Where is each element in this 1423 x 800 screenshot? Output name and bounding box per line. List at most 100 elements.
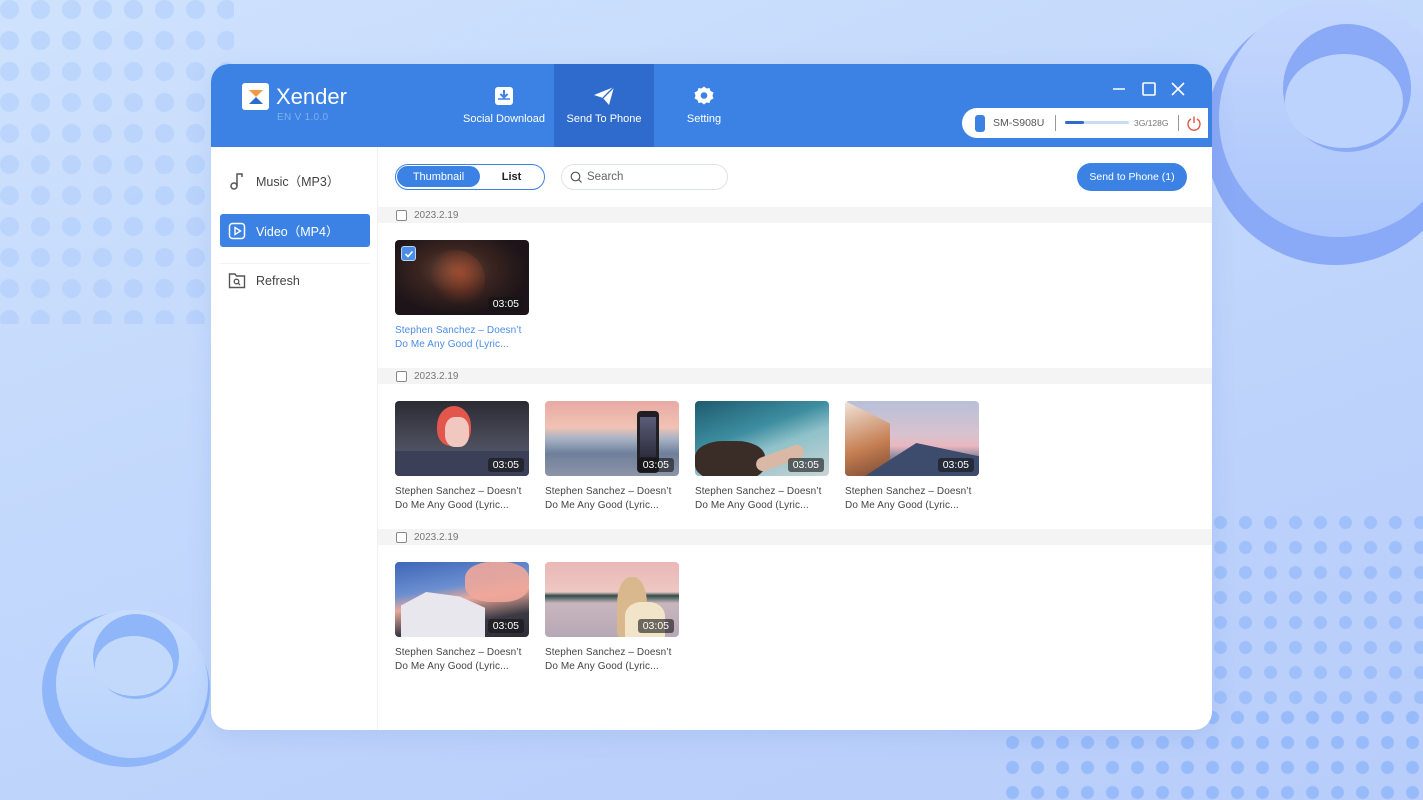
video-title-line: Do Me Any Good (Lyric... — [395, 661, 509, 672]
video-title: Stephen Sanchez – Doesn’t Do Me Any Good… — [395, 646, 529, 674]
video-title-line: Do Me Any Good (Lyric... — [545, 661, 659, 672]
download-tray-icon — [495, 87, 513, 105]
group-select-checkbox[interactable] — [396, 370, 407, 382]
video-card[interactable]: 03:05 Stephen Sanchez – Doesn’t Do Me An… — [395, 240, 529, 352]
title-bar: Xender EN V 1.0.0 Social Download Send T… — [211, 64, 1212, 147]
sidebar: Music（MP3） Video（MP4） Refresh — [211, 147, 378, 730]
device-status-pill: SM-S908U 3G/128G — [962, 108, 1208, 138]
tab-social-download[interactable]: Social Download — [454, 64, 554, 147]
video-title-line: Stephen Sanchez – Doesn’t — [545, 647, 672, 658]
main-content: Thumbnail List Send to Phone (1) 2023.2.… — [378, 147, 1212, 730]
phone-icon — [975, 115, 985, 132]
video-thumbnail: 03:05 — [845, 401, 979, 476]
tab-label: Setting — [686, 113, 722, 125]
view-toggle: Thumbnail List — [395, 164, 545, 190]
video-play-icon — [228, 222, 246, 240]
video-title-line: Do Me Any Good (Lyric... — [395, 339, 509, 350]
sidebar-item-label: Video（MP4） — [256, 225, 339, 239]
maximize-icon[interactable] — [1139, 79, 1159, 99]
view-list-button[interactable]: List — [484, 166, 539, 187]
app-window: Xender EN V 1.0.0 Social Download Send T… — [211, 64, 1212, 730]
sidebar-item-label: Music（MP3） — [256, 175, 340, 189]
search-box — [561, 164, 728, 190]
video-title-line: Stephen Sanchez – Doesn’t — [545, 486, 672, 497]
divider — [1055, 115, 1056, 131]
date-group-header: 2023.2.19 — [378, 368, 1212, 384]
gear-icon — [694, 86, 714, 105]
video-title: Stephen Sanchez – Doesn’t Do Me Any Good… — [695, 485, 829, 513]
video-duration: 03:05 — [637, 619, 674, 633]
video-duration: 03:05 — [637, 458, 674, 472]
video-card[interactable]: 03:05 Stephen Sanchez – Doesn’t Do Me An… — [845, 401, 979, 513]
video-duration: 03:05 — [487, 619, 524, 633]
device-name: SM-S908U — [993, 117, 1045, 129]
video-title-line: Do Me Any Good (Lyric... — [845, 500, 959, 511]
video-card[interactable]: 03:05 Stephen Sanchez – Doesn’t Do Me An… — [395, 401, 529, 513]
video-title-line: Stephen Sanchez – Doesn’t — [395, 325, 522, 336]
power-icon[interactable] — [1186, 115, 1202, 131]
video-thumbnail: 03:05 — [395, 401, 529, 476]
video-title-line: Do Me Any Good (Lyric... — [545, 500, 659, 511]
video-duration: 03:05 — [787, 458, 824, 472]
group-date: 2023.2.19 — [414, 531, 459, 543]
video-title-line: Stephen Sanchez – Doesn’t — [695, 486, 822, 497]
video-thumbnail: 03:05 — [695, 401, 829, 476]
sidebar-item-video[interactable]: Video（MP4） — [220, 214, 370, 247]
group-date: 2023.2.19 — [414, 370, 459, 382]
video-title-line: Do Me Any Good (Lyric... — [695, 500, 809, 511]
video-title: Stephen Sanchez – Doesn’t Do Me Any Good… — [395, 324, 529, 352]
search-icon — [570, 171, 582, 183]
paper-plane-icon — [594, 86, 615, 105]
video-duration: 03:05 — [487, 297, 524, 311]
video-title: Stephen Sanchez – Doesn’t Do Me Any Good… — [545, 485, 679, 513]
video-thumbnail: 03:05 — [395, 562, 529, 637]
music-note-icon — [228, 172, 246, 190]
video-title-line: Do Me Any Good (Lyric... — [395, 500, 509, 511]
tab-label: Social Download — [463, 113, 545, 125]
storage-bar — [1065, 121, 1129, 124]
minimize-icon[interactable] — [1109, 79, 1129, 99]
send-to-phone-button[interactable]: Send to Phone (1) — [1077, 163, 1187, 191]
storage-text: 3G/128G — [1134, 118, 1169, 128]
video-duration: 03:05 — [937, 458, 974, 472]
group-select-checkbox[interactable] — [396, 209, 407, 221]
video-duration: 03:05 — [487, 458, 524, 472]
background-ring-decoration — [93, 614, 179, 699]
sidebar-item-refresh[interactable]: Refresh — [220, 264, 370, 297]
video-title: Stephen Sanchez – Doesn’t Do Me Any Good… — [545, 646, 679, 674]
search-input[interactable] — [587, 168, 722, 186]
video-thumbnail: 03:05 — [545, 562, 679, 637]
video-title: Stephen Sanchez – Doesn’t Do Me Any Good… — [395, 485, 529, 513]
video-card[interactable]: 03:05 Stephen Sanchez – Doesn’t Do Me An… — [395, 562, 529, 674]
video-title-line: Stephen Sanchez – Doesn’t — [845, 486, 972, 497]
group-date: 2023.2.19 — [414, 209, 459, 221]
folder-search-icon — [228, 272, 246, 290]
background-ring-decoration — [1283, 24, 1411, 152]
view-thumbnail-button[interactable]: Thumbnail — [397, 166, 480, 187]
video-title: Stephen Sanchez – Doesn’t Do Me Any Good… — [845, 485, 979, 513]
tab-send-to-phone[interactable]: Send To Phone — [554, 64, 654, 147]
close-icon[interactable] — [1168, 79, 1188, 99]
date-group-header: 2023.2.19 — [378, 529, 1212, 545]
selected-checkbox[interactable] — [401, 246, 416, 261]
group-select-checkbox[interactable] — [396, 531, 407, 543]
sidebar-item-label: Refresh — [256, 273, 300, 288]
xender-logo-icon — [242, 83, 269, 110]
sidebar-item-music[interactable]: Music（MP3） — [220, 164, 370, 197]
date-group-header: 2023.2.19 — [378, 207, 1212, 223]
tab-setting[interactable]: Setting — [654, 64, 754, 147]
background-dot-pattern — [1208, 510, 1423, 710]
background-dot-pattern — [0, 0, 234, 324]
video-card[interactable]: 03:05 Stephen Sanchez – Doesn’t Do Me An… — [695, 401, 829, 513]
tab-label: Send To Phone — [566, 113, 642, 125]
video-title-line: Stephen Sanchez – Doesn’t — [395, 486, 522, 497]
video-thumbnail: 03:05 — [395, 240, 529, 315]
app-name: Xender — [276, 84, 347, 109]
video-title-line: Stephen Sanchez – Doesn’t — [395, 647, 522, 658]
storage-bar-fill — [1065, 121, 1085, 124]
video-thumbnail: 03:05 — [545, 401, 679, 476]
app-version: EN V 1.0.0 — [277, 112, 329, 123]
video-card[interactable]: 03:05 Stephen Sanchez – Doesn’t Do Me An… — [545, 562, 679, 674]
divider — [1178, 115, 1179, 131]
video-card[interactable]: 03:05 Stephen Sanchez – Doesn’t Do Me An… — [545, 401, 679, 513]
